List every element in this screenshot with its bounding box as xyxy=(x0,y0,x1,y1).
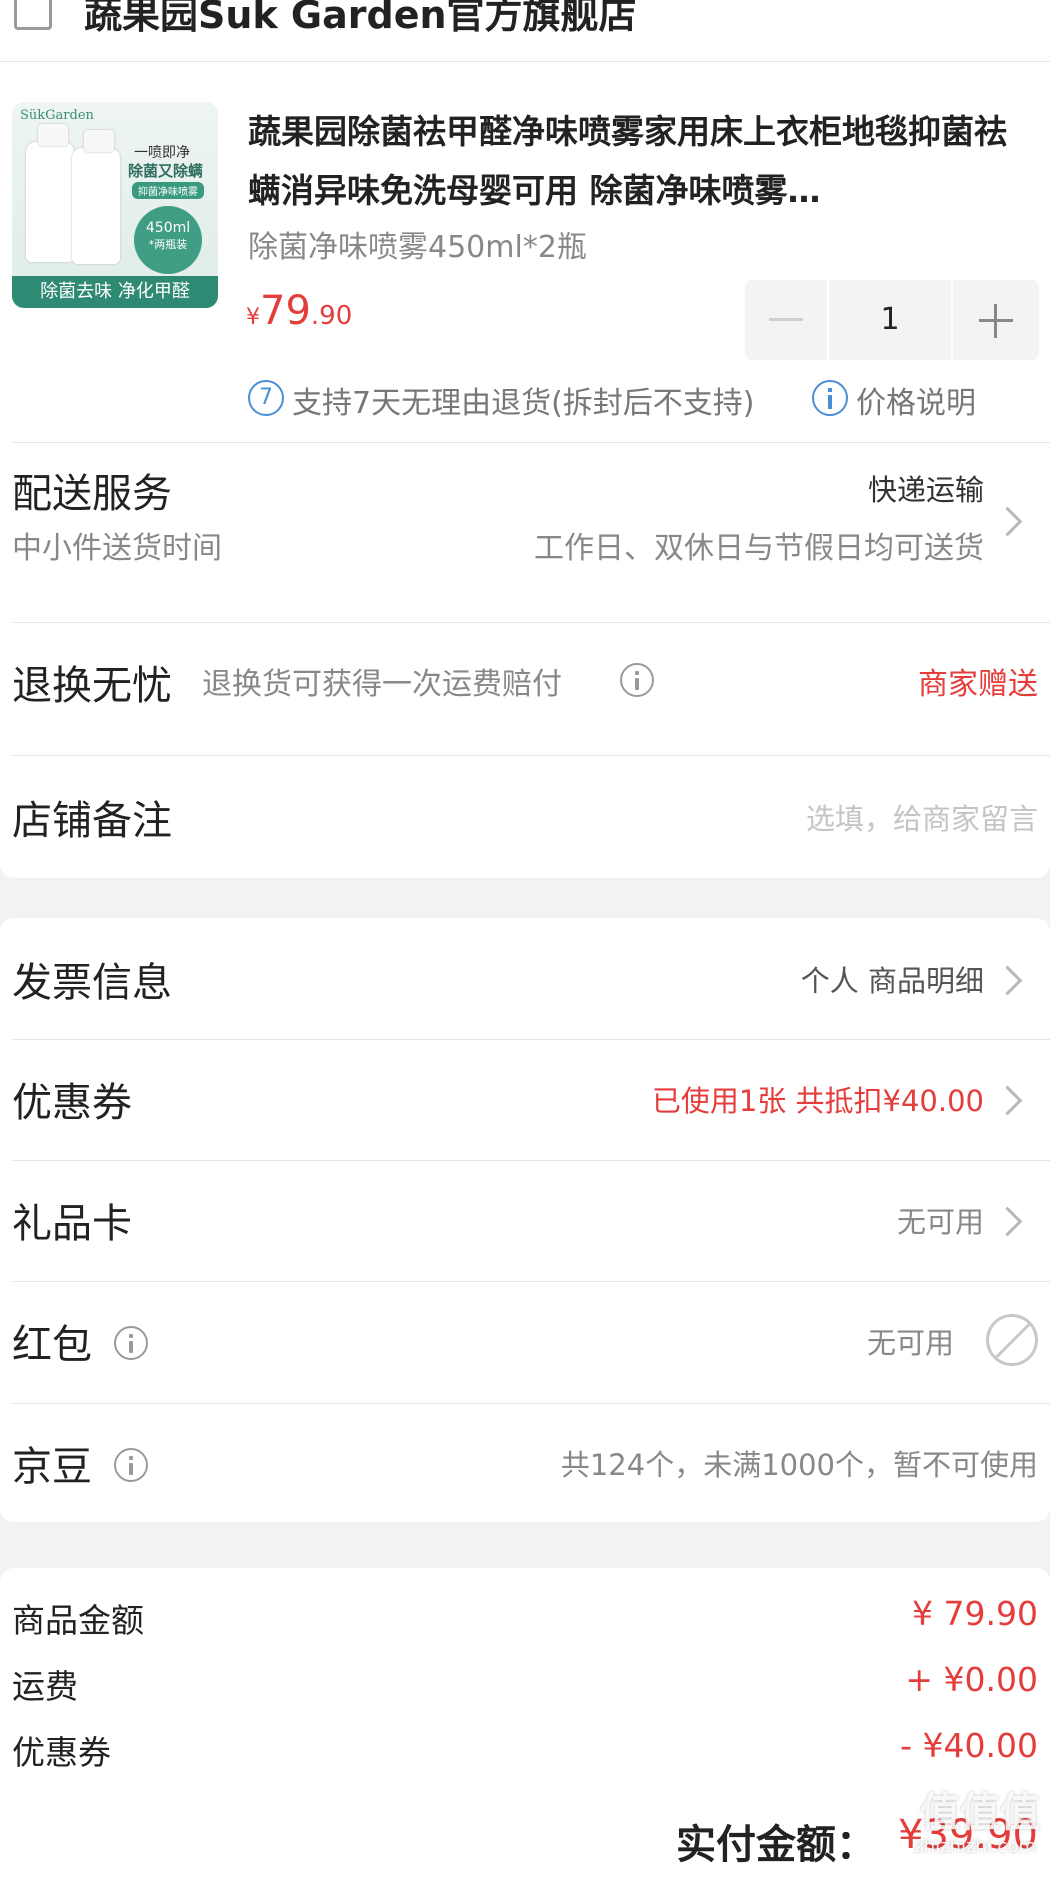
invoice-label: 发票信息 xyxy=(12,960,172,1006)
coupon-discount-label: 优惠券 xyxy=(12,1733,111,1772)
red-packet-row[interactable]: 红包 无可用 xyxy=(0,1282,1050,1402)
price-note-icon[interactable] xyxy=(812,380,848,416)
image-banner: 除菌去味 净化甲醛 xyxy=(12,276,218,308)
chevron-right-icon xyxy=(992,1085,1023,1116)
return-worry-value: 商家赠送 xyxy=(918,667,1038,702)
delivery-method: 快递运输 xyxy=(867,473,984,507)
brand-mark: SükGarden xyxy=(20,108,94,123)
delivery-time-value: 工作日、双休日与节假日均可送货 xyxy=(534,531,984,566)
chevron-right-icon xyxy=(992,965,1023,996)
product-image[interactable]: SükGarden 一喷即净 除菌又除螨 抑菌净味喷雾 450ml *两瓶装 除… xyxy=(12,102,218,308)
jd-beans-label: 京豆 xyxy=(12,1444,92,1490)
shipping-value: + ¥0.00 xyxy=(905,1660,1038,1699)
return-badge-icon: 7 xyxy=(248,380,284,416)
info-icon[interactable] xyxy=(620,663,654,697)
store-icon xyxy=(14,0,52,30)
coupon-discount-value: - ¥40.00 xyxy=(900,1726,1038,1765)
coupon-label: 优惠券 xyxy=(12,1080,132,1126)
return-worry-desc: 退换货可获得一次运费赔付 xyxy=(202,667,562,702)
store-remark-label: 店铺备注 xyxy=(12,798,172,844)
delivery-time-label: 中小件送货时间 xyxy=(12,531,222,566)
increase-button[interactable] xyxy=(953,280,1039,360)
shipping-label: 运费 xyxy=(12,1667,78,1706)
gift-card-label: 礼品卡 xyxy=(12,1201,132,1247)
product-price: ¥79.90 xyxy=(246,288,353,334)
store-remark-input[interactable]: 选填，给商家留言 xyxy=(806,796,1038,838)
goods-amount-label: 商品金额 xyxy=(12,1601,144,1640)
gift-card-row[interactable]: 礼品卡 无可用 xyxy=(0,1161,1050,1281)
return-worry-row[interactable]: 退换无忧 退换货可获得一次运费赔付 商家赠送 xyxy=(0,623,1050,753)
coupon-value: 已使用1张 共抵扣¥40.00 xyxy=(651,1084,984,1118)
quantity-stepper: 1 xyxy=(745,280,1039,360)
bottle-left xyxy=(26,142,74,262)
store-header[interactable]: 蔬果园Suk Garden官方旗舰店 xyxy=(0,0,1050,62)
return-policy-text: 支持7天无理由退货(拆封后不支持) xyxy=(292,386,755,421)
watermark-logo: 值值值 xyxy=(920,1790,1040,1836)
total-label: 实付金额： xyxy=(676,1822,876,1868)
info-icon[interactable] xyxy=(114,1448,148,1482)
chevron-right-icon xyxy=(992,1206,1023,1237)
options-card: 发票信息 个人 商品明细 优惠券 已使用1张 共抵扣¥40.00 礼品卡 无可用… xyxy=(0,918,1050,1522)
product-title[interactable]: 蔬果园除菌祛甲醛净味喷雾家用床上衣柜地毯抑菌祛螨消异味免洗母婴可用 除菌净味喷雾… xyxy=(248,102,1020,220)
red-packet-value: 无可用 xyxy=(866,1326,954,1360)
store-name: 蔬果园Suk Garden官方旗舰店 xyxy=(84,0,637,37)
invoice-value: 个人 商品明细 xyxy=(800,964,984,998)
price-note-link[interactable]: 价格说明 xyxy=(856,378,976,422)
product-card: SükGarden 一喷即净 除菌又除螨 抑菌净味喷雾 450ml *两瓶装 除… xyxy=(0,62,1050,878)
red-packet-label: 红包 xyxy=(12,1322,92,1368)
minus-icon xyxy=(769,318,803,321)
jd-beans-value: 共124个，未满1000个，暂不可使用 xyxy=(560,1448,1038,1482)
chevron-right-icon xyxy=(992,506,1023,537)
delivery-row[interactable]: 配送服务 快递运输 中小件送货时间 工作日、双休日与节假日均可送货 xyxy=(0,443,1050,599)
quantity-input[interactable]: 1 xyxy=(829,280,951,360)
disabled-icon xyxy=(986,1314,1038,1366)
invoice-row[interactable]: 发票信息 个人 商品明细 xyxy=(0,918,1050,1038)
jd-beans-row[interactable]: 京豆 共124个，未满1000个，暂不可使用 xyxy=(0,1404,1050,1522)
store-remark-row: 店铺备注 选填，给商家留言 xyxy=(0,756,1050,876)
product-spec[interactable]: 除菌净味喷雾450ml*2瓶 xyxy=(248,222,587,266)
summary-card: 商品金额 ¥ 79.90 运费 + ¥0.00 优惠券 - ¥40.00 实付金… xyxy=(0,1568,1050,1888)
return-worry-label: 退换无忧 xyxy=(12,663,172,709)
info-icon[interactable] xyxy=(114,1326,148,1360)
goods-amount-value: ¥ 79.90 xyxy=(912,1594,1038,1633)
volume-badge: 450ml *两瓶装 xyxy=(134,206,202,274)
bottle-right xyxy=(72,148,120,264)
delivery-label: 配送服务 xyxy=(12,471,172,517)
decrease-button[interactable] xyxy=(745,280,827,360)
gift-card-value: 无可用 xyxy=(896,1205,984,1239)
watermark-site: zhizhizhi.com xyxy=(914,1836,1036,1857)
coupon-row[interactable]: 优惠券 已使用1张 共抵扣¥40.00 xyxy=(0,1040,1050,1160)
